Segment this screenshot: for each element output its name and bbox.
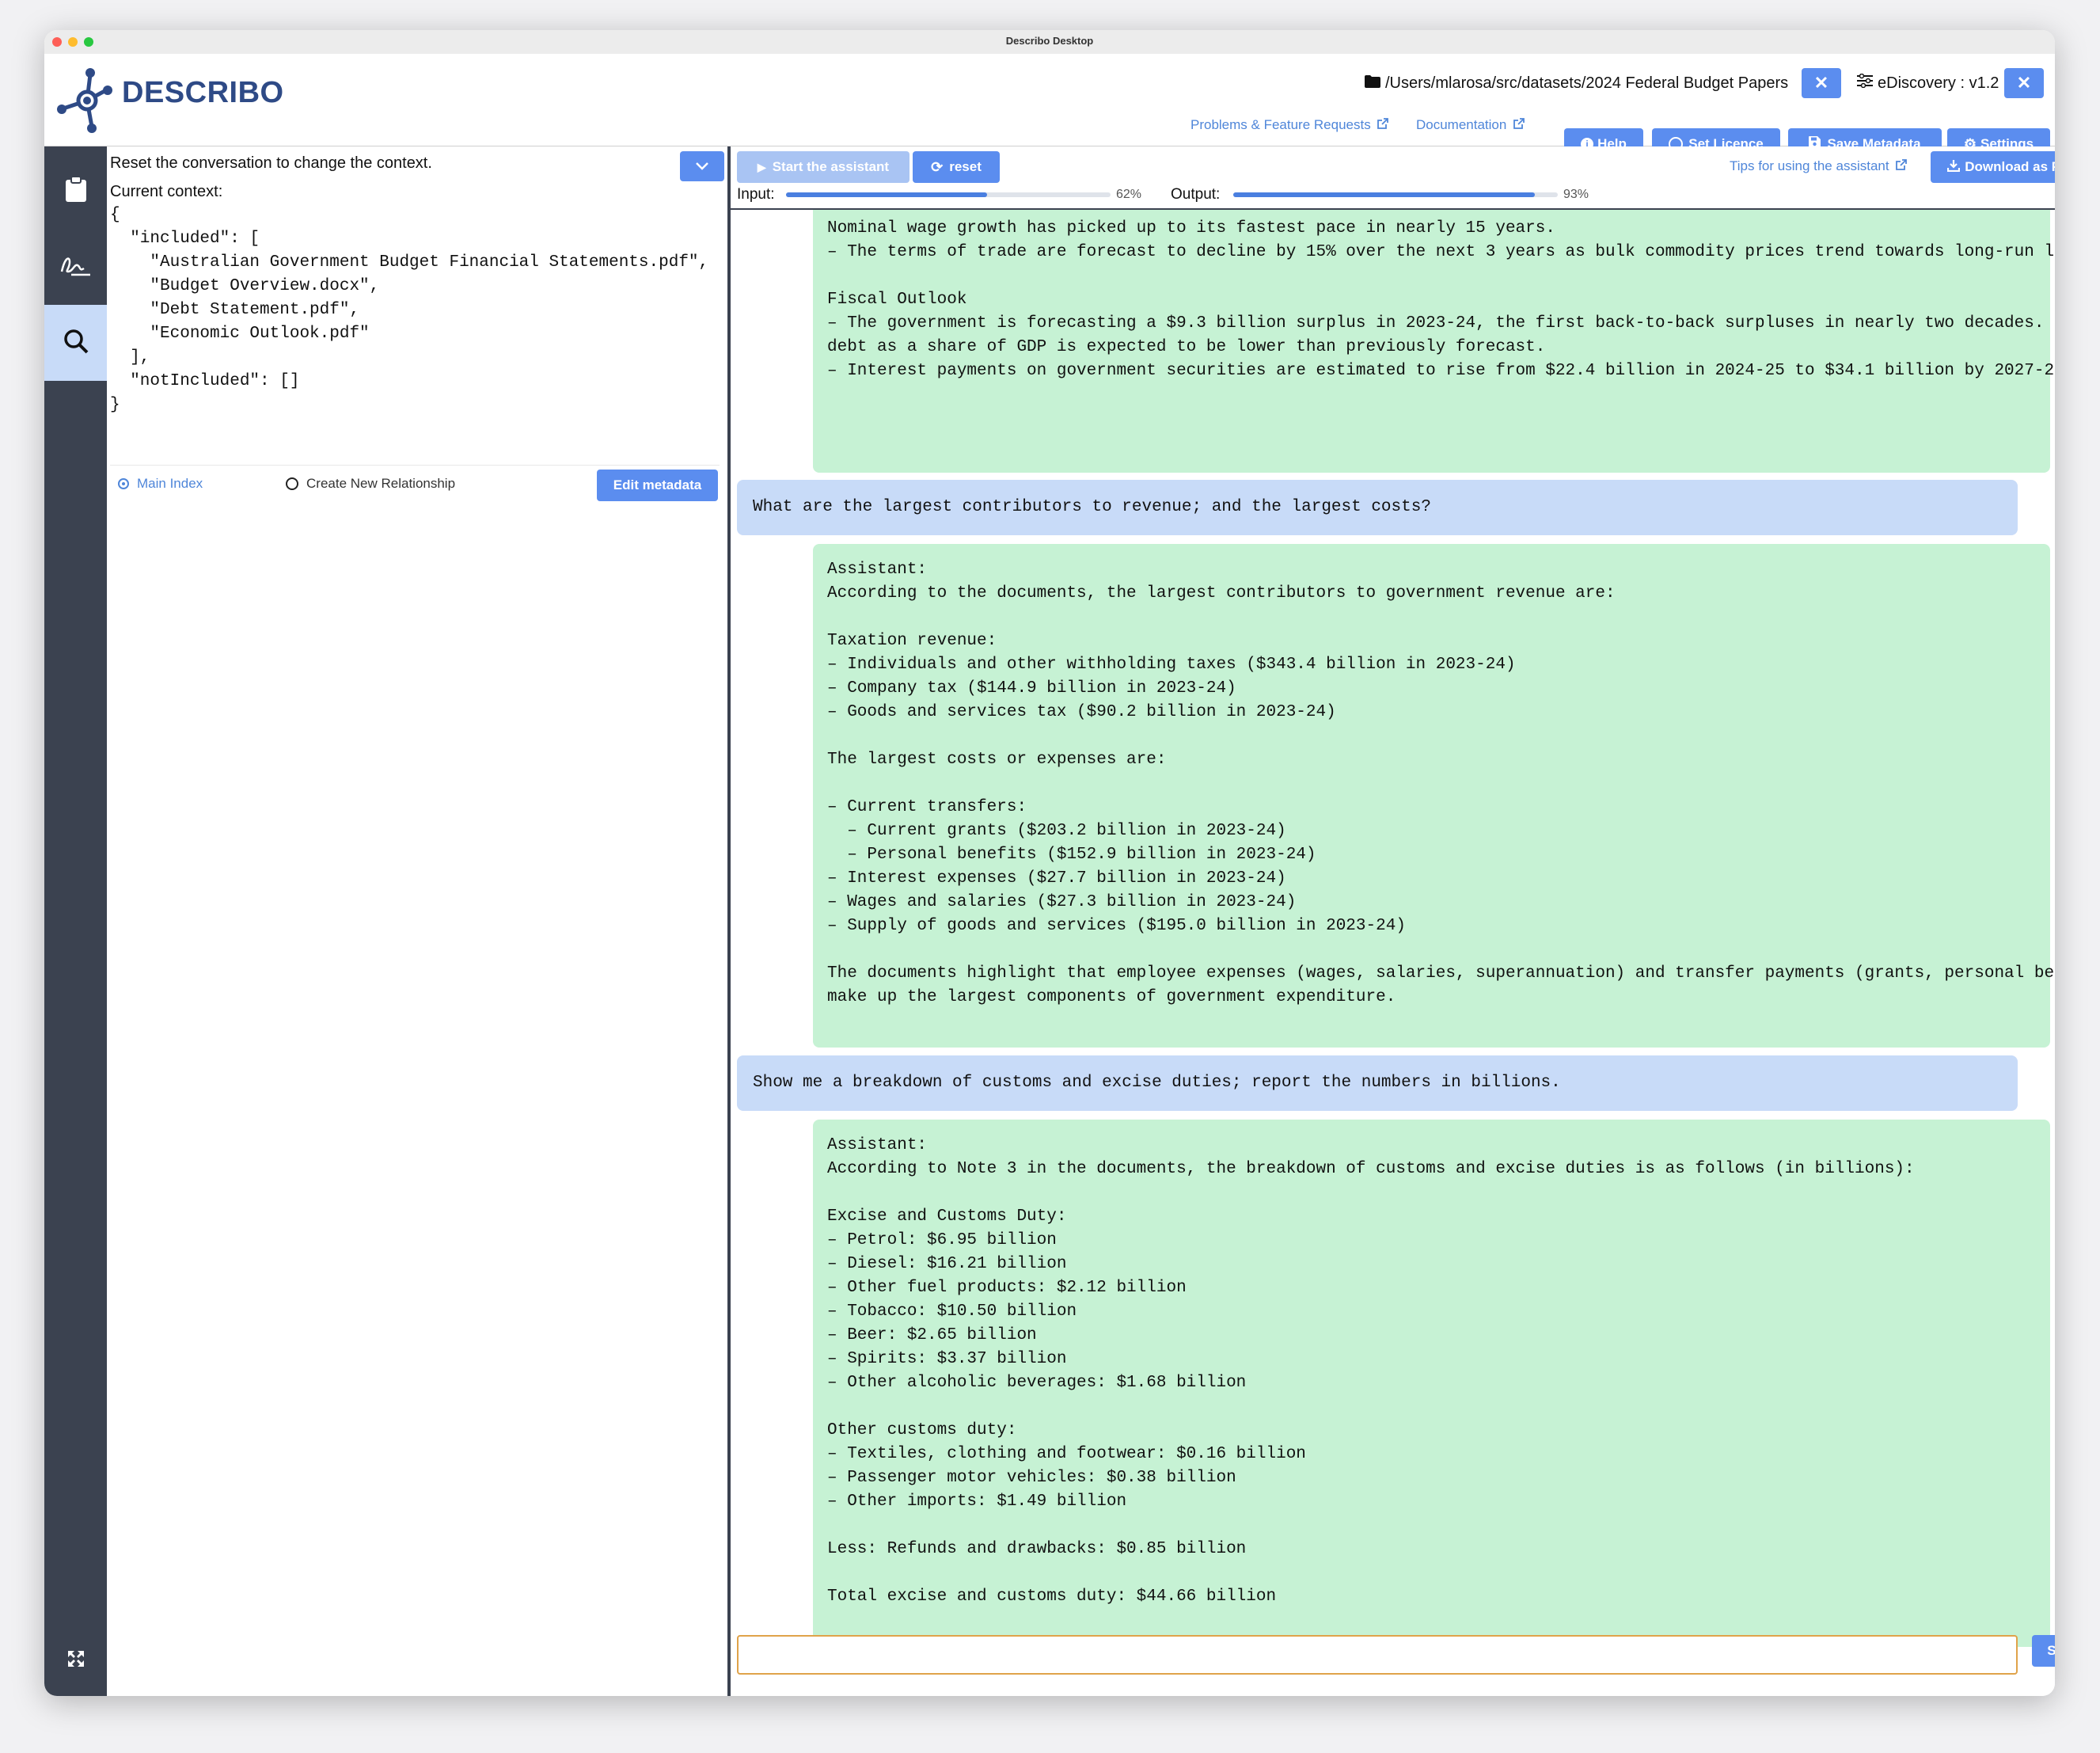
- search-icon: [63, 329, 89, 358]
- output-label: Output:: [1171, 186, 1221, 203]
- context-label: Current context:: [110, 183, 223, 200]
- assistant-message: Assistant: According to the documents, t…: [813, 544, 2055, 1048]
- assistant-message: Nominal wage growth has picked up to its…: [813, 210, 2055, 473]
- sidebar-item-signature[interactable]: [44, 229, 107, 305]
- chat-transcript[interactable]: Nominal wage growth has picked up to its…: [731, 210, 2055, 1690]
- problems-link-label: Problems & Feature Requests: [1191, 117, 1371, 132]
- message-text: Assistant: According to the documents, t…: [827, 561, 2055, 1006]
- radio-main-label: Main Index: [137, 476, 203, 491]
- radio-unselected-icon: [286, 477, 298, 490]
- sidebar-expand[interactable]: [44, 1625, 107, 1696]
- output-progress: [1233, 192, 1558, 197]
- start-assistant-label: Start the assistant: [772, 159, 890, 174]
- context-divider: [110, 465, 720, 466]
- play-icon: ▶: [757, 160, 766, 173]
- assistant-message: Assistant: According to Note 3 in the do…: [813, 1120, 2050, 1647]
- folder-path: /Users/mlarosa/src/datasets/2024 Federal…: [1365, 70, 1788, 97]
- radio-main-index[interactable]: Main Index: [118, 476, 203, 492]
- reset-note: Reset the conversation to change the con…: [110, 154, 432, 172]
- close-icon: ✕: [2016, 73, 2032, 93]
- documentation-link-label: Documentation: [1416, 117, 1507, 132]
- app-window: Describo Desktop DESCRIBO /Users/mlarosa…: [44, 30, 2055, 1696]
- sliders-icon: [1857, 73, 1873, 93]
- reset-button[interactable]: ⟳ reset: [913, 151, 1000, 183]
- user-message: Show me a breakdown of customs and excis…: [737, 1055, 2018, 1111]
- edit-metadata-button[interactable]: Edit metadata: [597, 470, 718, 501]
- external-link-icon: [1513, 117, 1525, 134]
- input-progress-fill: [786, 192, 988, 197]
- download-icon: [1947, 159, 1961, 176]
- folder-path-text: /Users/mlarosa/src/datasets/2024 Federal…: [1385, 74, 1789, 92]
- collapse-dropdown-button[interactable]: [680, 151, 724, 181]
- start-assistant-button[interactable]: ▶ Start the assistant: [737, 151, 909, 183]
- radio-create-label: Create New Relationship: [306, 476, 456, 491]
- context-panel: Reset the conversation to change the con…: [107, 146, 727, 1696]
- tips-link-label: Tips for using the assistant: [1730, 158, 1889, 173]
- chevron-down-icon: [696, 158, 708, 174]
- message-text: Show me a breakdown of customs and excis…: [753, 1074, 1561, 1092]
- output-percent: 93%: [1563, 188, 1589, 201]
- window-title: Describo Desktop: [1005, 35, 1094, 47]
- title-bar: Describo Desktop: [44, 30, 2055, 55]
- sidebar-item-metadata[interactable]: [44, 153, 107, 229]
- output-progress-fill: [1233, 192, 1536, 197]
- assistant-panel: ▶ Start the assistant ⟳ reset Tips for u…: [731, 146, 2055, 1696]
- refresh-icon: ⟳: [931, 158, 944, 175]
- input-percent: 62%: [1116, 188, 1142, 201]
- tips-link[interactable]: Tips for using the assistant: [1730, 158, 1908, 175]
- sidebar: [44, 146, 107, 1696]
- radio-create-relationship[interactable]: Create New Relationship: [286, 476, 455, 492]
- describo-logo-icon: [54, 65, 117, 136]
- context-json: { "included": [ "Australian Government B…: [110, 206, 709, 414]
- documentation-link[interactable]: Documentation: [1416, 117, 1525, 134]
- external-link-icon: [1377, 117, 1389, 134]
- profile-text: eDiscovery : v1.2: [1878, 74, 1999, 92]
- sidebar-item-search[interactable]: [44, 305, 107, 381]
- close-icon: ✕: [1813, 73, 1829, 93]
- message-text: Assistant: According to Note 3 in the do…: [827, 1136, 1915, 1606]
- chat-input[interactable]: [737, 1635, 2018, 1675]
- clipboard-icon: [65, 175, 86, 206]
- reset-label: reset: [949, 159, 982, 174]
- input-label: Input:: [737, 186, 775, 203]
- close-profile-button[interactable]: ✕: [2004, 68, 2044, 98]
- radio-selected-icon: [118, 478, 129, 489]
- download-pdf-label: Download as PDF: [1965, 159, 2055, 174]
- folder-icon: [1365, 74, 1380, 93]
- message-text: Nominal wage growth has picked up to its…: [827, 219, 2055, 380]
- edit-metadata-label: Edit metadata: [613, 477, 702, 492]
- close-folder-button[interactable]: ✕: [1802, 68, 1841, 98]
- external-link-icon: [1895, 158, 1908, 175]
- app-header: DESCRIBO /Users/mlarosa/src/datasets/202…: [44, 54, 2055, 160]
- expand-icon: [67, 1650, 84, 1671]
- signature-icon: [60, 254, 92, 280]
- problems-link[interactable]: Problems & Feature Requests: [1191, 117, 1389, 134]
- user-message: What are the largest contributors to rev…: [737, 480, 2018, 535]
- logo-text: DESCRIBO: [122, 76, 284, 109]
- message-text: What are the largest contributors to rev…: [753, 498, 1431, 516]
- profile-indicator: eDiscovery : v1.2: [1857, 70, 1999, 97]
- send-label: Send: [2047, 1643, 2055, 1658]
- send-button[interactable]: Send: [2032, 1635, 2055, 1667]
- download-pdf-button[interactable]: Download as PDF: [1931, 151, 2055, 183]
- input-progress: [786, 192, 1111, 197]
